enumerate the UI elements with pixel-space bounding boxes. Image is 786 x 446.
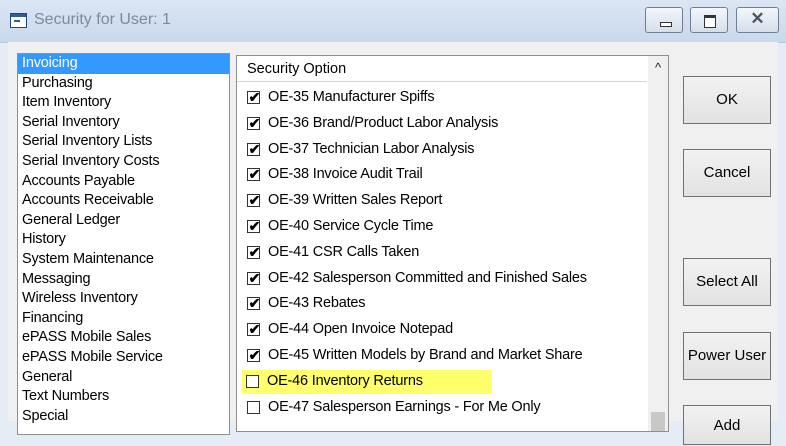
cancel-button-label: Cancel bbox=[703, 164, 751, 181]
security-option-checkbox[interactable] bbox=[246, 374, 259, 388]
vertical-scrollbar[interactable]: ^ bbox=[648, 56, 668, 431]
security-option-label: OE-36 Brand/Product Labor Analysis bbox=[268, 114, 499, 131]
category-item[interactable]: Accounts Payable bbox=[18, 172, 229, 192]
category-item[interactable]: Wireless Inventory bbox=[18, 289, 229, 309]
checkmark-icon: ✔ bbox=[248, 269, 261, 286]
checkmark-icon: ✔ bbox=[248, 347, 261, 363]
security-option-label: OE-47 Salesperson Earnings - For Me Only bbox=[268, 398, 541, 415]
dialog-body: Invoicing Purchasing Item Inventory Serial … bbox=[8, 42, 778, 445]
security-option-header-label: Security Option bbox=[247, 61, 347, 77]
security-option-row[interactable]: ✔ OE-42 Salesperson Committed and Finishe… bbox=[243, 267, 643, 291]
category-item[interactable]: Purchasing bbox=[18, 74, 229, 94]
security-option-checkbox[interactable]: ✔ bbox=[247, 269, 261, 286]
security-option-checkbox[interactable]: ✔ bbox=[247, 243, 261, 260]
security-option-checkbox[interactable]: ✔ bbox=[247, 166, 261, 183]
security-option-row[interactable]: OE-46 Inventory Returns bbox=[242, 369, 492, 394]
security-option-label: OE-35 Manufacturer Spiffs bbox=[268, 89, 435, 105]
security-option-label: OE-44 Open Invoice Notepad bbox=[268, 321, 454, 338]
category-item[interactable]: General bbox=[18, 368, 229, 388]
ok-button-label: OK bbox=[716, 91, 738, 108]
checkmark-icon: ✔ bbox=[248, 114, 261, 131]
power-user-button[interactable]: Power User bbox=[683, 332, 771, 380]
category-item[interactable]: ePASS Mobile Sales bbox=[18, 328, 229, 348]
security-option-checkbox[interactable]: ✔ bbox=[247, 218, 261, 234]
power-user-button-label: Power User bbox=[687, 347, 767, 364]
checkmark-icon: ✔ bbox=[248, 295, 261, 312]
checkmark-icon: ✔ bbox=[248, 243, 261, 260]
close-button[interactable]: ✕ bbox=[736, 7, 779, 33]
maximize-button[interactable] bbox=[690, 7, 728, 33]
security-option-checkbox[interactable]: ✔ bbox=[247, 192, 261, 209]
ok-button[interactable]: OK bbox=[683, 76, 771, 124]
category-item[interactable]: System Maintenance bbox=[18, 250, 229, 270]
security-option-row[interactable]: ✔ OE-37 Technician Labor Analysis bbox=[243, 138, 643, 162]
checkmark-icon: ✔ bbox=[248, 192, 261, 209]
select-all-button[interactable]: Select All bbox=[683, 258, 771, 306]
category-item[interactable]: General Ledger bbox=[18, 211, 229, 231]
add-button-label: Add bbox=[713, 417, 741, 434]
close-icon: ✕ bbox=[750, 9, 765, 28]
security-option-checkbox[interactable]: ✔ bbox=[247, 295, 261, 312]
minimize-icon bbox=[660, 22, 672, 27]
scroll-up-arrow-icon[interactable]: ^ bbox=[648, 56, 668, 80]
select-all-button-label: Select All bbox=[696, 273, 758, 290]
security-option-checkbox[interactable]: ✔ bbox=[247, 321, 261, 338]
security-option-label: OE-41 CSR Calls Taken bbox=[268, 243, 420, 260]
security-option-row[interactable]: ✔ OE-40 Service Cycle Time bbox=[243, 215, 643, 239]
category-item[interactable]: Financing bbox=[18, 309, 229, 329]
security-option-label: OE-46 Inventory Returns bbox=[267, 372, 423, 389]
security-option-row[interactable]: ✔ OE-39 Written Sales Report bbox=[243, 189, 643, 213]
security-option-label: OE-42 Salesperson Committed and Finished… bbox=[268, 269, 587, 286]
category-list[interactable]: Invoicing Purchasing Item Inventory Serial … bbox=[17, 53, 230, 435]
maximize-icon bbox=[704, 15, 716, 28]
security-option-label: OE-38 Invoice Audit Trail bbox=[268, 166, 423, 183]
security-option-label: OE-37 Technician Labor Analysis bbox=[268, 140, 475, 157]
security-option-label: OE-39 Written Sales Report bbox=[268, 192, 443, 209]
security-option-row[interactable]: ✔ OE-41 CSR Calls Taken bbox=[243, 241, 643, 265]
security-option-row[interactable]: ✔ OE-44 Open Invoice Notepad bbox=[243, 318, 643, 342]
category-item[interactable]: Serial Inventory bbox=[18, 113, 229, 133]
security-option-checkbox[interactable]: ✔ bbox=[247, 89, 261, 105]
category-item[interactable]: Text Numbers bbox=[18, 387, 229, 407]
category-item[interactable]: Accounts Receivable bbox=[18, 191, 229, 211]
security-option-row[interactable]: ✔ OE-35 Manufacturer Spiffs bbox=[243, 86, 643, 110]
security-option-label: OE-40 Service Cycle Time bbox=[268, 218, 434, 234]
security-option-checkbox[interactable]: ✔ bbox=[247, 114, 261, 131]
security-option-list[interactable]: Security Option ✔ OE-35 Manufacturer Spif… bbox=[236, 55, 669, 432]
category-item[interactable]: Special bbox=[18, 407, 229, 427]
category-item[interactable]: Serial Inventory Costs bbox=[18, 152, 229, 172]
security-option-row[interactable]: ✔ OE-38 Invoice Audit Trail bbox=[243, 163, 643, 187]
security-option-row[interactable]: ✔ OE-43 Rebates bbox=[243, 292, 643, 316]
security-option-label: OE-43 Rebates bbox=[268, 295, 366, 312]
checkmark-icon: ✔ bbox=[248, 89, 261, 105]
checkmark-icon: ✔ bbox=[248, 218, 261, 234]
security-option-checkbox[interactable]: ✔ bbox=[247, 140, 261, 157]
checkmark-icon: ✔ bbox=[248, 321, 261, 338]
security-option-checkbox[interactable] bbox=[247, 400, 260, 414]
category-item[interactable]: ePASS Mobile Service bbox=[18, 348, 229, 368]
security-option-row[interactable]: OE-47 Salesperson Earnings - For Me Only bbox=[243, 396, 643, 420]
checkmark-icon: ✔ bbox=[248, 140, 261, 157]
cancel-button[interactable]: Cancel bbox=[683, 149, 771, 197]
category-item[interactable]: Messaging bbox=[18, 270, 229, 290]
category-item[interactable]: Invoicing bbox=[18, 54, 229, 74]
checkmark-icon: ✔ bbox=[248, 166, 261, 183]
security-option-row[interactable]: ✔ OE-45 Written Models by Brand and Marke… bbox=[243, 344, 643, 368]
category-item[interactable]: History bbox=[18, 230, 229, 250]
window-title: Security for User: 1 bbox=[34, 11, 171, 28]
app-window-icon bbox=[10, 13, 27, 28]
security-option-row[interactable]: ✔ OE-36 Brand/Product Labor Analysis bbox=[243, 112, 643, 136]
category-item[interactable]: Serial Inventory Lists bbox=[18, 132, 229, 152]
add-button[interactable]: Add bbox=[683, 405, 771, 445]
category-item[interactable]: Item Inventory bbox=[18, 93, 229, 113]
security-option-label: OE-45 Written Models by Brand and Market… bbox=[268, 347, 583, 363]
minimize-button[interactable] bbox=[645, 7, 683, 33]
title-bar[interactable]: Security for User: 1 ✕ bbox=[0, 0, 786, 43]
scroll-thumb[interactable] bbox=[651, 412, 665, 431]
security-option-checkbox[interactable]: ✔ bbox=[247, 347, 261, 363]
security-option-header[interactable]: Security Option bbox=[237, 56, 647, 82]
